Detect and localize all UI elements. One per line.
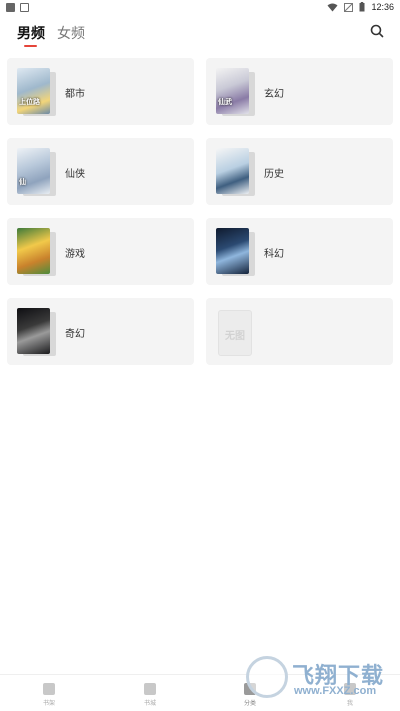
signal-icon [344,2,354,12]
category-label: 都市 [65,89,85,100]
tab-male[interactable]: 男频 [17,23,45,43]
category-card-placeholder[interactable]: 无图 [206,298,393,365]
active-tab-indicator [24,45,37,47]
tab-female[interactable]: 女频 [57,23,85,43]
bookstore-icon [144,683,156,695]
category-label: 游戏 [65,249,85,260]
nav-item-bookshelf[interactable]: 书架 [29,683,69,707]
cover-title: 仙武 [218,99,232,106]
wifi-icon [327,3,338,11]
battery-icon [359,2,365,12]
category-label: 奇幻 [65,329,85,340]
notification-icon [20,2,29,12]
nav-item-bookstore[interactable]: 书城 [130,683,170,707]
watermark-logo-icon [246,656,288,698]
book-cover [17,228,50,274]
placeholder-cover-text: 无图 [225,331,245,342]
status-notifications [6,2,29,12]
watermark-url: www.FXXZ.com [294,685,377,697]
nav-label: 书城 [143,701,156,707]
book-cover [17,308,50,354]
bookshelf-icon [43,683,55,695]
cover-title: 上位路 [19,99,40,106]
category-card-dushi[interactable]: 上位路 都市 [7,58,194,125]
nav-label: 书架 [42,701,55,707]
book-cover: 仙 [17,148,50,194]
category-card-xianxia[interactable]: 仙 仙侠 [7,138,194,205]
category-label: 历史 [264,169,284,180]
status-indicators: 12:36 [327,2,394,12]
placeholder-cover-icon: 无图 [218,310,252,356]
category-label: 玄幻 [264,89,284,100]
category-card-kehuan[interactable]: 科幻 [206,218,393,285]
notification-icon [6,2,15,12]
category-label: 仙侠 [65,169,85,180]
status-bar: 12:36 [0,0,400,14]
search-icon[interactable] [370,24,384,38]
book-cover: 上位路 [17,68,50,114]
gender-tabs: 男频 女频 [0,18,400,48]
category-card-lishi[interactable]: 历史 [206,138,393,205]
status-time: 12:36 [371,2,394,12]
category-card-youxi[interactable]: 游戏 [7,218,194,285]
category-card-qihuan[interactable]: 奇幻 [7,298,194,365]
book-cover [216,228,249,274]
book-cover [216,148,249,194]
book-cover: 仙武 [216,68,249,114]
watermark: 飞翔下载 www.FXXZ.com [246,652,396,700]
category-card-xuanhuan[interactable]: 仙武 玄幻 [206,58,393,125]
cover-title: 仙 [19,179,26,186]
category-label: 科幻 [264,249,284,260]
